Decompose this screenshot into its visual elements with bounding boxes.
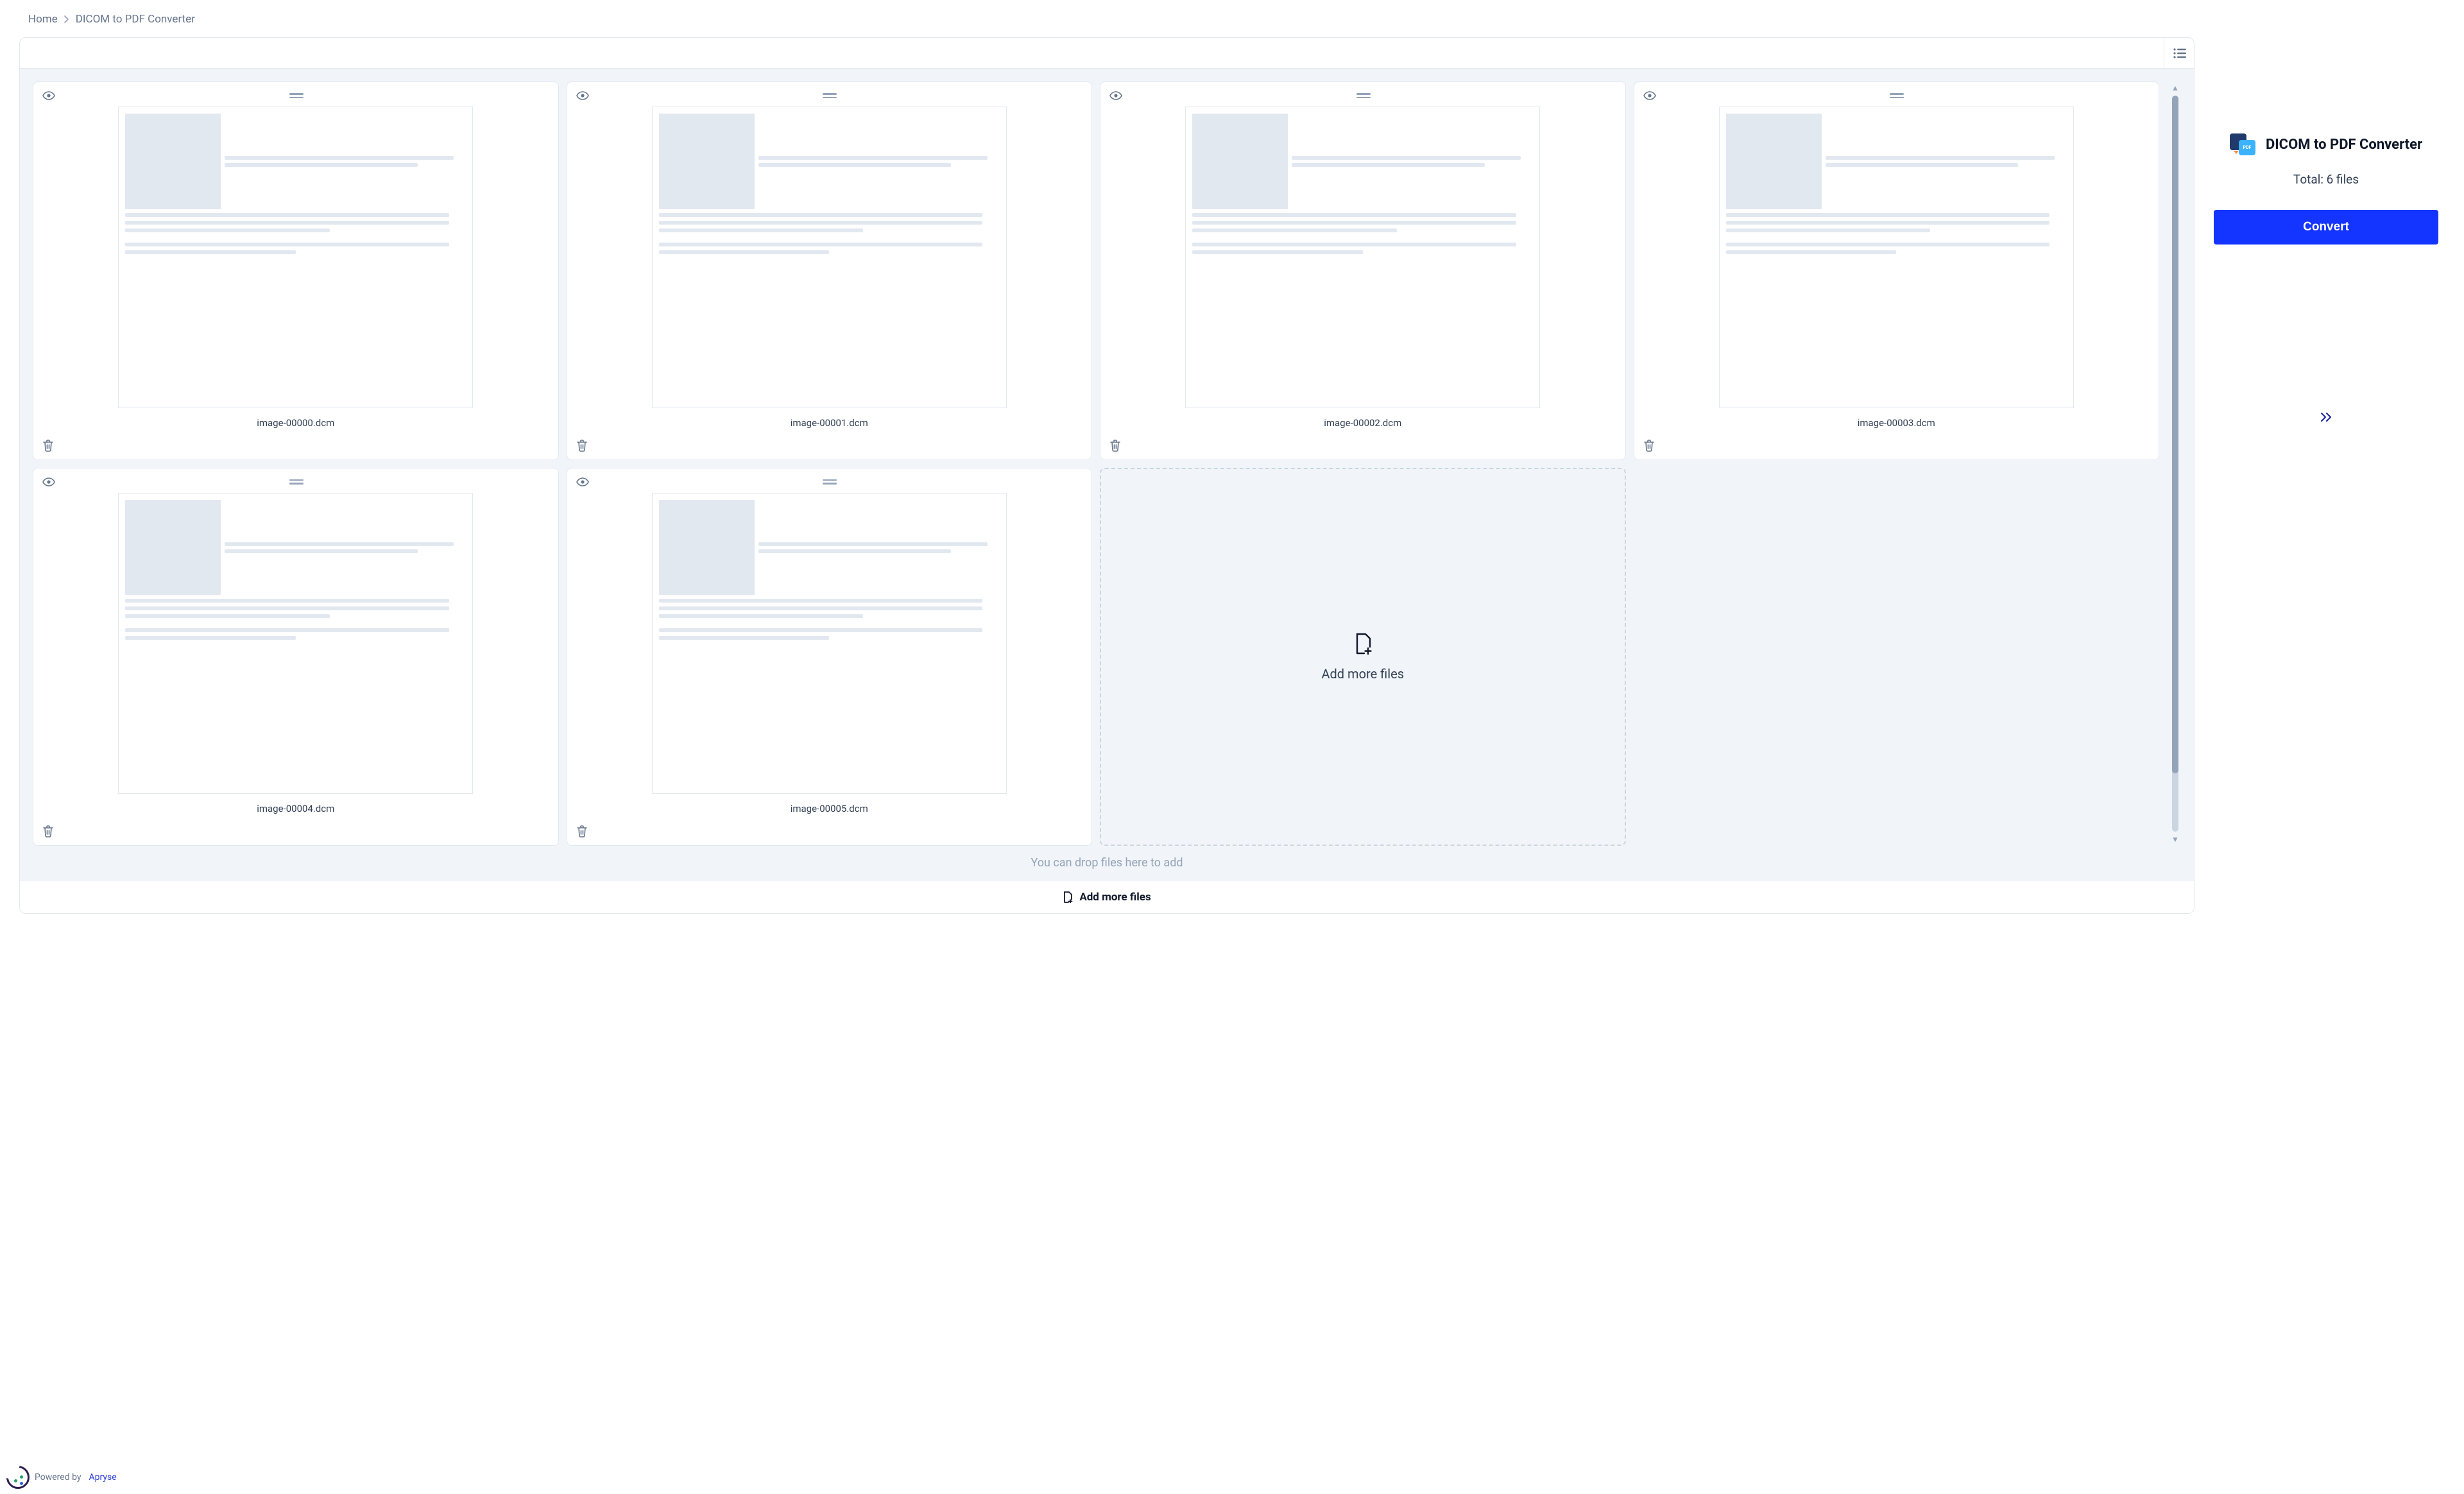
file-card: image-00005.dcm (567, 468, 1093, 846)
file-plus-icon (1063, 891, 1073, 903)
file-name: image-00005.dcm (576, 803, 1083, 814)
scroll-thumb[interactable] (2172, 96, 2178, 773)
drag-handle[interactable] (289, 93, 304, 98)
collapse-side-button[interactable] (2320, 411, 2332, 423)
powered-by-brand-link[interactable]: Apryse (89, 1472, 117, 1482)
file-name: image-00000.dcm (42, 417, 549, 429)
eye-icon (42, 91, 55, 100)
file-name: image-00002.dcm (1109, 417, 1616, 429)
drag-handle[interactable] (823, 479, 837, 485)
delete-button[interactable] (1109, 439, 1121, 452)
file-thumbnail (1185, 107, 1540, 408)
convert-button[interactable]: Convert (2214, 210, 2438, 245)
preview-button[interactable] (1643, 91, 1656, 100)
drag-handle-icon (823, 479, 837, 481)
file-card: image-00000.dcm (33, 82, 559, 460)
file-panel: image-00000.dcm (19, 37, 2194, 914)
drag-handle-icon (1356, 93, 1371, 95)
delete-button[interactable] (1643, 439, 1655, 452)
breadcrumb: Home DICOM to PDF Converter (19, 13, 2445, 26)
file-card: image-00004.dcm (33, 468, 559, 846)
drag-handle-icon (289, 93, 304, 95)
scroll-track[interactable] (2172, 96, 2178, 832)
delete-button[interactable] (576, 439, 588, 452)
trash-icon (1643, 439, 1655, 452)
file-card: image-00003.dcm (1634, 82, 2160, 460)
file-thumbnail (652, 493, 1007, 794)
file-thumbnail (652, 107, 1007, 408)
eye-icon (1109, 91, 1122, 100)
trash-icon (576, 825, 588, 837)
trash-icon (1109, 439, 1121, 452)
trash-icon (576, 439, 588, 452)
delete-button[interactable] (42, 439, 54, 452)
eye-icon (42, 477, 55, 486)
add-more-footer-button[interactable]: Add more files (20, 880, 2194, 913)
side-title: DICOM to PDF Converter (2266, 137, 2422, 153)
drag-handle[interactable] (289, 479, 304, 485)
add-more-card-label: Add more files (1321, 666, 1404, 682)
scrollbar[interactable]: ▲ ▼ (2169, 82, 2181, 846)
powered-by-footer: Powered by Apryse (6, 1466, 117, 1489)
list-view-button[interactable] (2168, 42, 2191, 65)
powered-by-text: Powered by (35, 1472, 81, 1482)
add-more-card[interactable]: Add more files (1100, 468, 1626, 846)
delete-button[interactable] (576, 825, 588, 837)
file-name: image-00004.dcm (42, 803, 549, 814)
drop-hint-text: You can drop files here to add (33, 846, 2181, 873)
drag-handle-icon (289, 479, 304, 481)
preview-button[interactable] (1109, 91, 1122, 100)
drag-handle-icon (823, 93, 837, 95)
side-panel: DICOM to PDF Converter Total: 6 files Co… (2207, 37, 2445, 423)
scroll-up-icon[interactable]: ▲ (2171, 84, 2179, 92)
panel-header (20, 38, 2194, 69)
converter-icon (2230, 133, 2255, 155)
file-thumbnail (1719, 107, 2074, 408)
breadcrumb-current: DICOM to PDF Converter (76, 13, 195, 26)
total-files-label: Total: 6 files (2207, 172, 2445, 187)
cookie-icon[interactable] (6, 1466, 30, 1489)
eye-icon (1643, 91, 1656, 100)
preview-button[interactable] (42, 91, 55, 100)
drag-handle[interactable] (1890, 93, 1904, 98)
delete-button[interactable] (42, 825, 54, 837)
trash-icon (42, 825, 54, 837)
file-name: image-00003.dcm (1643, 417, 2150, 429)
file-thumbnail (118, 493, 473, 794)
eye-icon (576, 91, 589, 100)
drag-handle[interactable] (823, 93, 837, 98)
preview-button[interactable] (576, 477, 589, 486)
file-card: image-00002.dcm (1100, 82, 1626, 460)
eye-icon (576, 477, 589, 486)
add-more-footer-label: Add more files (1079, 891, 1151, 904)
trash-icon (42, 439, 54, 452)
drag-handle[interactable] (1356, 93, 1371, 98)
scroll-down-icon[interactable]: ▼ (2171, 836, 2179, 843)
breadcrumb-home[interactable]: Home (28, 13, 58, 26)
file-grid: image-00000.dcm (33, 82, 2169, 846)
preview-button[interactable] (576, 91, 589, 100)
file-thumbnail (118, 107, 473, 408)
chevrons-right-icon (2320, 411, 2332, 423)
drop-area[interactable]: image-00000.dcm (20, 69, 2194, 880)
file-name: image-00001.dcm (576, 417, 1083, 429)
list-icon (2173, 47, 2187, 59)
preview-button[interactable] (42, 477, 55, 486)
file-card: image-00001.dcm (567, 82, 1093, 460)
file-plus-icon (1353, 633, 1373, 655)
chevron-right-icon (64, 15, 69, 23)
drag-handle-icon (1890, 93, 1904, 95)
